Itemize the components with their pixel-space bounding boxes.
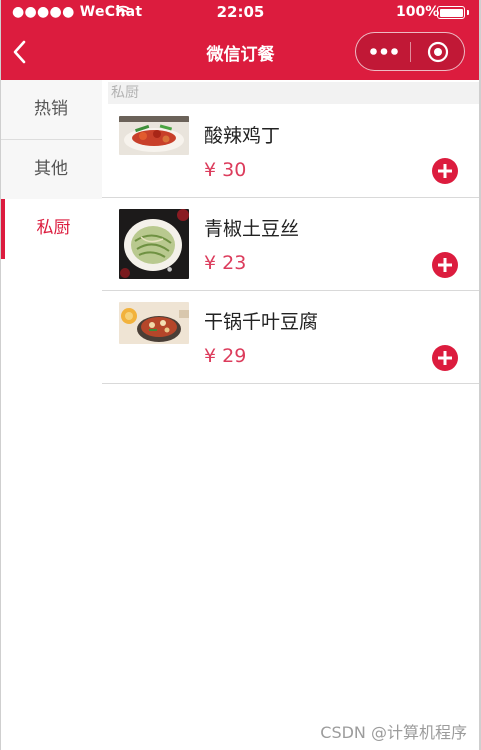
dish-photo: ● — [119, 209, 189, 279]
dish-image — [119, 116, 189, 155]
close-miniprogram-button[interactable] — [412, 33, 464, 70]
battery-tip — [467, 10, 469, 15]
dish-name: 青椒土豆丝 — [204, 218, 300, 240]
dish-name: 干锅千叶豆腐 — [204, 311, 319, 333]
battery-percent: 100% — [396, 4, 440, 20]
more-dots-icon — [370, 48, 398, 55]
sidebar-item-hot[interactable]: 热销 — [0, 80, 102, 140]
add-to-cart-button[interactable] — [432, 252, 458, 278]
navigation-bar: 微信订餐 — [0, 26, 481, 80]
plus-circle-icon — [432, 158, 458, 184]
svg-text:●: ● — [167, 266, 172, 273]
add-to-cart-button[interactable] — [432, 158, 458, 184]
wechat-miniprogram-screen: ●●●●● WeChat 22:05 100% 微信订餐 热销 其他 私厨 私厨… — [0, 0, 481, 750]
dish-item: 酸辣鸡丁 ¥ 30 — [102, 105, 479, 198]
app-header: ●●●●● WeChat 22:05 100% 微信订餐 — [0, 0, 481, 80]
target-close-icon — [427, 41, 449, 63]
dish-name: 酸辣鸡丁 — [204, 125, 281, 147]
section-title: 私厨 — [108, 82, 481, 104]
dish-price: ¥ 23 — [204, 252, 247, 274]
dish-image — [119, 302, 189, 344]
dish-photo — [119, 302, 189, 344]
dish-item: 干锅千叶豆腐 ¥ 29 — [102, 291, 479, 384]
more-button[interactable] — [356, 33, 411, 70]
battery-icon — [437, 6, 465, 19]
status-bar: ●●●●● WeChat 22:05 100% — [0, 0, 481, 26]
plus-circle-icon — [432, 252, 458, 278]
dish-item: ● 青椒土豆丝 ¥ 23 — [102, 198, 479, 291]
menu-capsule — [355, 32, 465, 71]
dish-price: ¥ 30 — [204, 159, 247, 181]
plus-circle-icon — [432, 345, 458, 371]
dish-image: ● — [119, 209, 189, 279]
sidebar-item-private-kitchen[interactable]: 私厨 — [0, 199, 102, 259]
watermark: CSDN @计算机程序 — [320, 723, 467, 742]
sidebar-item-other[interactable]: 其他 — [0, 140, 102, 200]
dish-photo — [119, 116, 189, 155]
category-sidebar: 热销 其他 私厨 — [0, 80, 102, 750]
dish-price: ¥ 29 — [204, 345, 247, 367]
capsule-divider — [410, 42, 411, 62]
add-to-cart-button[interactable] — [432, 345, 458, 371]
